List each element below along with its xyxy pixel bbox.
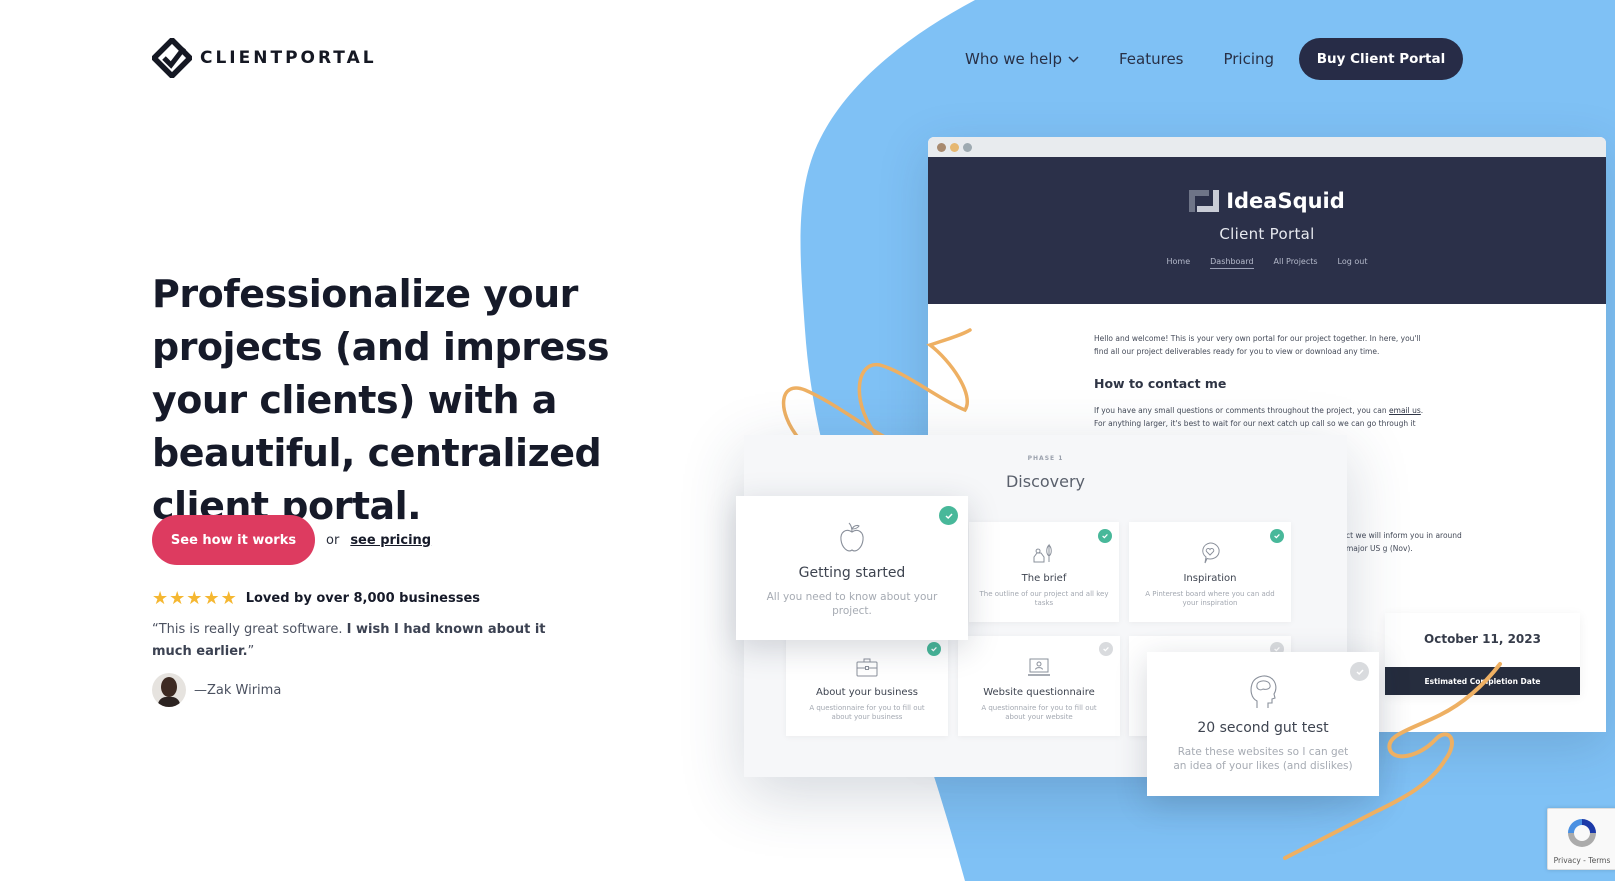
task-desc: All you need to know about your project. (766, 591, 938, 617)
contact-text-1: If you have any small questions or comme… (1094, 406, 1390, 415)
task-desc: The outline of our project and all key t… (979, 590, 1109, 607)
check-icon (1350, 662, 1369, 681)
welcome-text: Hello and welcome! This is your very own… (1094, 334, 1421, 356)
check-icon (927, 642, 941, 656)
task-card-getting-started[interactable]: Getting started All you need to know abo… (736, 496, 968, 640)
portal-subtitle: Client Portal (1219, 225, 1315, 243)
task-card-gut-test[interactable]: 20 second gut test Rate these websites s… (1147, 652, 1379, 796)
task-desc: A Pinterest board where you can add your… (1145, 590, 1275, 607)
brief-icon (1031, 540, 1057, 566)
portal-header: IdeaSquid Client Portal Home Dashboard A… (928, 157, 1606, 304)
avatar (152, 673, 186, 707)
author-name: —Zak Wirima (194, 682, 282, 698)
task-title: Inspiration (1183, 573, 1237, 584)
window-dot-icon (963, 142, 972, 152)
star-icon: ★ (203, 588, 220, 608)
task-card-the-brief[interactable]: The brief The outline of our project and… (969, 522, 1119, 622)
portal-brand: IdeaSquid (1189, 189, 1345, 213)
task-title: The brief (1021, 573, 1067, 584)
testimonial-quote: “This is really great software. I wish I… (152, 619, 552, 663)
rating-text: Loved by over 8,000 businesses (245, 590, 481, 606)
star-icon: ★ (220, 588, 237, 608)
nav-features[interactable]: Features (1119, 50, 1184, 68)
recaptcha-privacy-terms[interactable]: Privacy - Terms (1554, 856, 1611, 865)
check-icon (1098, 529, 1112, 543)
quote-close: ” (247, 644, 255, 659)
hero-headline: Professionalize your projects (and impre… (152, 272, 609, 528)
apple-icon (837, 521, 867, 555)
window-dot-icon (937, 142, 946, 152)
briefcase-icon (854, 654, 880, 680)
heart-bubble-icon (1197, 540, 1223, 566)
phase-label: PHASE 1 (1027, 455, 1064, 462)
task-desc: Rate these websites so I can get an idea… (1173, 746, 1353, 772)
star-icon: ★ (186, 588, 203, 608)
task-title: Website questionnaire (983, 687, 1095, 698)
nav-who-we-help[interactable]: Who we help (965, 50, 1079, 68)
star-icon: ★ (152, 588, 169, 608)
contact-heading: How to contact me (1094, 376, 1227, 391)
task-desc: A questionnaire for you to fill out abou… (981, 704, 1097, 721)
quote-plain: “This is really great software. (152, 622, 347, 637)
task-card-about-your-business[interactable]: About your business A questionnaire for … (786, 636, 948, 736)
window-dot-icon (950, 142, 959, 152)
nav-who-we-help-label: Who we help (965, 50, 1062, 68)
portal-nav-all-projects[interactable]: All Projects (1274, 257, 1318, 269)
diamond-check-icon (152, 38, 192, 78)
laptop-icon (1026, 654, 1052, 680)
see-how-it-works-button[interactable]: See how it works (152, 515, 315, 565)
main-nav: Who we help Features Pricing (965, 38, 1314, 80)
task-card-website-questionnaire[interactable]: Website questionnaire A questionnaire fo… (958, 636, 1120, 736)
buy-client-portal-button[interactable]: Buy Client Portal (1299, 38, 1463, 80)
hero-cta-row: See how it works or see pricing (152, 515, 431, 565)
portal-body: Hello and welcome! This is your very own… (1094, 332, 1434, 430)
portal-brand-name: IdeaSquid (1226, 189, 1345, 213)
rating-row: ★ ★ ★ ★ ★ Loved by over 8,000 businesses (152, 589, 480, 607)
check-icon (939, 506, 958, 525)
recaptcha-icon (1568, 819, 1596, 847)
portal-nav-home[interactable]: Home (1167, 257, 1191, 269)
completion-date: October 11, 2023 (1424, 632, 1541, 646)
brand-logo[interactable]: CLIENTPORTAL (152, 38, 377, 78)
completion-date-label: Estimated Completion Date (1385, 667, 1580, 695)
brain-head-icon (1247, 672, 1279, 710)
chevron-down-icon (1068, 55, 1079, 63)
check-icon (1099, 642, 1113, 656)
testimonial-author: —Zak Wirima (152, 673, 281, 707)
window-titlebar (928, 137, 1606, 157)
recaptcha-badge[interactable]: Privacy - Terms (1547, 808, 1615, 870)
ideasquid-logo-icon (1189, 190, 1220, 212)
task-title: Getting started (798, 565, 906, 581)
nav-pricing[interactable]: Pricing (1223, 50, 1274, 68)
task-title: 20 second gut test (1197, 720, 1329, 736)
completion-date-card: October 11, 2023 Estimated Completion Da… (1385, 613, 1580, 695)
brand-name: CLIENTPORTAL (200, 48, 377, 68)
portal-nav-dashboard[interactable]: Dashboard (1210, 257, 1254, 269)
portal-nav-log-out[interactable]: Log out (1338, 257, 1368, 269)
check-icon (1270, 529, 1284, 543)
email-us-link[interactable]: email us (1389, 406, 1421, 415)
or-text: or (326, 532, 340, 548)
contact-text: If you have any small questions or comme… (1094, 404, 1434, 430)
portal-nav: Home Dashboard All Projects Log out (1167, 257, 1368, 269)
task-card-inspiration[interactable]: Inspiration A Pinterest board where you … (1129, 522, 1291, 622)
star-icon: ★ (169, 588, 186, 608)
star-rating: ★ ★ ★ ★ ★ (152, 589, 237, 607)
task-desc: A questionnaire for you to fill out abou… (809, 704, 925, 721)
task-title: About your business (816, 687, 918, 698)
phase-title: Discovery (1005, 472, 1086, 491)
see-pricing-link[interactable]: see pricing (350, 533, 431, 548)
partial-body-text: ct we will inform you in around major US… (1346, 531, 1462, 553)
